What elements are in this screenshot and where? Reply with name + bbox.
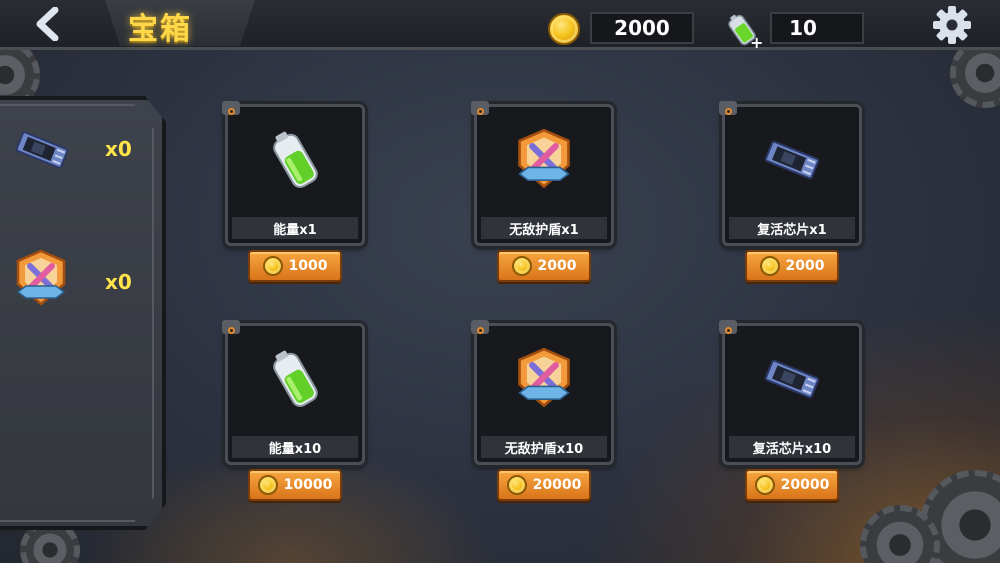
item-image	[228, 338, 362, 420]
page-title: 宝箱	[128, 12, 192, 47]
item-label: 复活芯片x10	[729, 436, 855, 458]
coin-icon	[506, 475, 527, 495]
item-image	[725, 338, 859, 420]
battery-plus-icon: +	[728, 14, 763, 52]
shop-item-card[interactable]: 能量x1	[222, 101, 365, 246]
price-value: 2000	[537, 258, 577, 274]
coin-balance: 2000	[590, 12, 694, 44]
battery-icon	[273, 350, 318, 407]
coin-icon	[548, 13, 580, 45]
chip-icon	[764, 359, 820, 399]
item-label: 无敌护盾x1	[481, 217, 607, 239]
shield-icon	[16, 249, 66, 306]
price-value: 1000	[288, 258, 328, 274]
coin-balance-value: 2000	[614, 16, 670, 40]
buy-button[interactable]: 20000	[497, 469, 591, 501]
coin-icon	[754, 475, 775, 495]
price-value: 2000	[785, 258, 825, 274]
price-value: 20000	[532, 477, 582, 493]
coin-icon	[262, 256, 283, 276]
buy-button[interactable]: 20000	[745, 469, 839, 501]
coin-icon	[257, 475, 278, 495]
item-label: 复活芯片x1	[729, 217, 855, 239]
energy-balance-value: 10	[789, 16, 817, 40]
settings-button[interactable]	[929, 2, 975, 48]
gear-icon	[933, 6, 971, 44]
corner-dot	[228, 108, 235, 115]
item-image	[725, 119, 859, 201]
item-label: 能量x10	[232, 436, 358, 458]
buy-button[interactable]: 1000	[248, 250, 342, 282]
shield-icon	[518, 347, 570, 408]
buy-button[interactable]: 10000	[248, 469, 342, 501]
battery-icon	[273, 131, 318, 188]
buy-button[interactable]: 2000	[745, 250, 839, 282]
item-image	[228, 119, 362, 201]
corner-dot	[725, 327, 732, 334]
chevron-left-icon	[36, 7, 59, 41]
shop-item-card[interactable]: 能量x10	[222, 320, 365, 465]
svg-text:+: +	[750, 33, 763, 50]
coin-icon	[759, 256, 780, 276]
shop-item-card[interactable]: 无敌护盾x1	[471, 101, 614, 246]
corner-dot	[477, 327, 484, 334]
item-label: 无敌护盾x10	[481, 436, 607, 458]
back-button[interactable]	[22, 4, 74, 44]
inventory-count-shield: x0	[105, 270, 132, 294]
shop-item-card[interactable]: 无敌护盾x10	[471, 320, 614, 465]
add-energy-button[interactable]: +	[724, 10, 764, 52]
coin-icon	[511, 256, 532, 276]
price-value: 20000	[780, 477, 830, 493]
corner-dot	[228, 327, 235, 334]
inventory-count-chip: x0	[105, 137, 132, 161]
inventory-item-shield	[12, 248, 70, 310]
shield-icon	[518, 128, 570, 189]
chip-icon	[15, 131, 69, 169]
price-value: 10000	[283, 477, 333, 493]
corner-dot	[725, 108, 732, 115]
shop-item-card[interactable]: 复活芯片x10	[719, 320, 862, 465]
inventory-item-chip	[10, 128, 74, 172]
item-label: 能量x1	[232, 217, 358, 239]
shop-item-card[interactable]: 复活芯片x1	[719, 101, 862, 246]
chip-icon	[764, 140, 820, 180]
item-image	[477, 119, 611, 201]
item-image	[477, 338, 611, 420]
buy-button[interactable]: 2000	[497, 250, 591, 282]
energy-balance: 10	[770, 12, 864, 44]
corner-dot	[477, 108, 484, 115]
